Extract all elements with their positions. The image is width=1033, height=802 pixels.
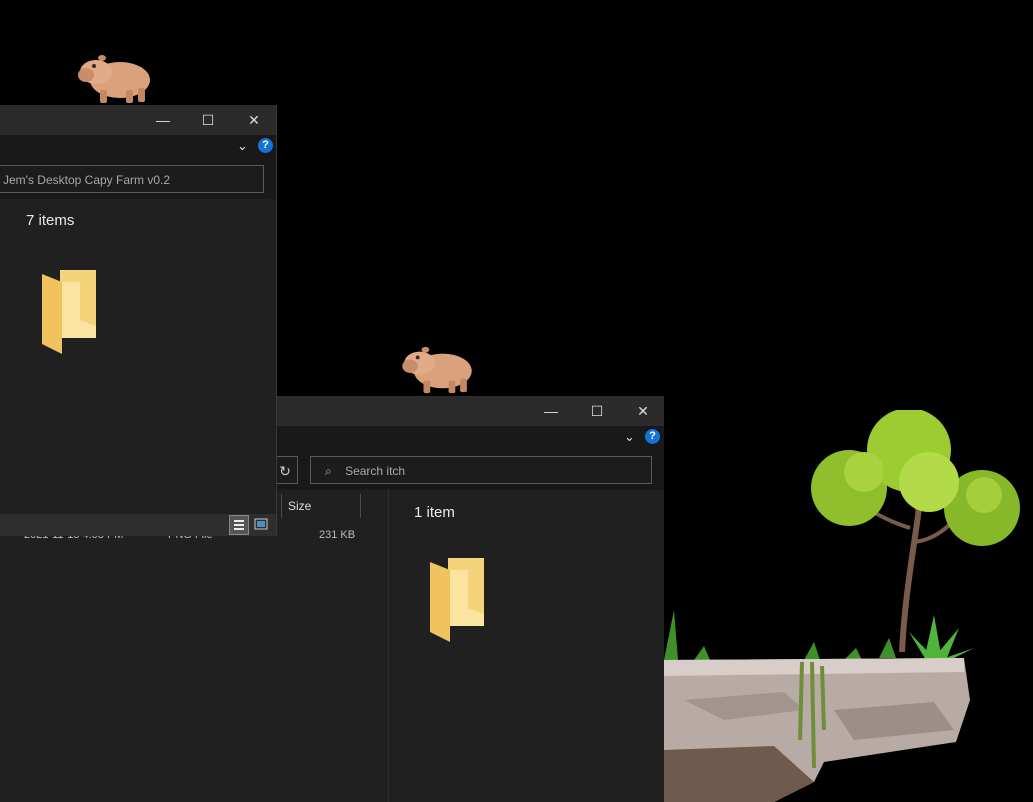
minimize-button[interactable]: — <box>528 396 574 426</box>
ribbon-expand-icon[interactable]: ⌄ <box>237 138 248 154</box>
close-button[interactable]: ✕ <box>620 396 664 426</box>
folder-icon[interactable] <box>428 558 486 642</box>
maximize-button[interactable]: ☐ <box>574 396 620 426</box>
fern-icon <box>909 615 974 660</box>
details-view-button[interactable] <box>229 515 249 535</box>
title-bar[interactable]: — ☐ ✕ <box>0 105 276 135</box>
minimize-button[interactable]: — <box>140 105 186 135</box>
capybara-sprite-1[interactable] <box>74 50 154 106</box>
explorer-window-capy-farm[interactable]: — ☐ ✕ ⌄ ? Jem's Desktop Capy Farm v0.2 7… <box>0 105 277 536</box>
search-input[interactable]: ⌕ Search itch <box>310 456 652 484</box>
large-icons-view-button[interactable] <box>252 515 272 535</box>
file-size: 231 KB <box>319 529 356 541</box>
item-count: 1 item <box>414 504 455 521</box>
floating-island-scene <box>664 410 1020 802</box>
folder-icon[interactable] <box>40 270 98 354</box>
capybara-sprite-2[interactable] <box>398 342 476 396</box>
details-view-icon <box>234 520 244 530</box>
file-list-pane: Size 2021-11-15 4:08 PM PNG File 231 KB <box>0 490 389 802</box>
help-icon[interactable]: ? <box>645 429 660 444</box>
maximize-button[interactable]: ☐ <box>185 105 231 135</box>
status-bar <box>0 514 276 536</box>
large-icons-view-icon <box>254 518 268 530</box>
address-bar: Jem's Desktop Capy Farm v0.2 <box>0 159 276 199</box>
close-button[interactable]: ✕ <box>231 105 276 135</box>
search-placeholder: Search itch <box>345 464 406 478</box>
search-icon: ⌕ <box>325 464 332 478</box>
item-count: 7 items <box>26 212 75 229</box>
column-header-size[interactable]: Size <box>281 494 361 518</box>
help-icon[interactable]: ? <box>258 138 273 153</box>
ribbon-expand-icon[interactable]: ⌄ <box>624 429 635 445</box>
ribbon-bar: ⌄ ? <box>0 135 276 159</box>
address-input[interactable]: Jem's Desktop Capy Farm v0.2 <box>0 165 264 193</box>
